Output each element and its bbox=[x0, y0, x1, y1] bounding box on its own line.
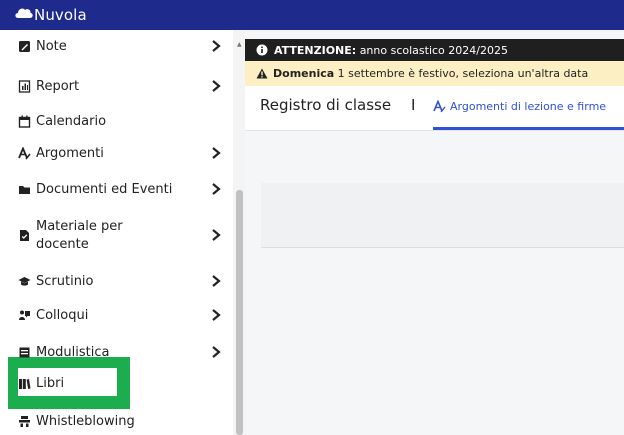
brand[interactable]: Nuvola bbox=[15, 4, 87, 26]
tab-argomenti-di-lezione[interactable]: Argomenti di lezione e firme bbox=[433, 86, 624, 130]
chevron-right-icon bbox=[212, 40, 221, 52]
sidebar-item-argomenti[interactable]: Argomenti bbox=[0, 143, 232, 163]
sidebar-item-label: Whistleblowing bbox=[36, 413, 135, 429]
warning-icon bbox=[256, 68, 268, 79]
attention-text: ATTENZIONE: anno scolastico 2024/2025 bbox=[274, 44, 508, 57]
sidebar-item-materiale-per-docente[interactable]: Materiale per docente bbox=[0, 215, 232, 255]
sidebar-scrollbar-thumb[interactable] bbox=[236, 190, 243, 435]
content-card bbox=[261, 183, 624, 248]
cloud-logo-icon bbox=[15, 8, 33, 18]
sidebar-item-label-line1: Materiale per bbox=[36, 219, 123, 234]
sidebar-item-label: Note bbox=[36, 38, 67, 54]
sidebar-item-report[interactable]: Report bbox=[0, 76, 232, 96]
folder-icon bbox=[19, 185, 30, 194]
sidebar-item-modulistica[interactable]: Modulistica bbox=[0, 342, 232, 362]
note-icon bbox=[19, 40, 30, 52]
holiday-warning: Domenica 1 settembre è festivo, selezion… bbox=[245, 61, 624, 86]
argomenti-icon bbox=[18, 146, 31, 159]
chevron-right-icon bbox=[212, 183, 221, 195]
chevron-right-icon bbox=[212, 275, 221, 287]
tab-label: Argomenti di lezione e firme bbox=[450, 100, 607, 113]
scroll-up-arrow-icon[interactable]: ▲ bbox=[237, 41, 242, 48]
form-icon bbox=[19, 347, 30, 357]
sidebar-item-label-line2: docente bbox=[36, 237, 89, 252]
chevron-right-icon bbox=[212, 147, 221, 159]
holiday-message: 1 settembre è festivo, seleziona un'altr… bbox=[337, 67, 589, 80]
holiday-day: Domenica bbox=[273, 67, 335, 80]
document-icon bbox=[20, 230, 29, 241]
sidebar-item-libri[interactable]: Libri bbox=[0, 373, 232, 393]
sidebar-item-documenti-ed-eventi[interactable]: Documenti ed Eventi bbox=[0, 179, 232, 199]
graduation-cap-icon bbox=[18, 276, 31, 286]
report-icon bbox=[18, 79, 31, 93]
argomenti-icon bbox=[433, 100, 446, 113]
app-title: Nuvola bbox=[34, 6, 87, 24]
tab-bar: Registro di classe I Argomenti di lezion… bbox=[245, 86, 624, 131]
chevron-right-icon bbox=[212, 229, 221, 241]
sidebar-item-label: Libri bbox=[36, 375, 65, 391]
chevron-right-icon bbox=[212, 80, 221, 92]
chevron-right-icon bbox=[212, 346, 221, 358]
info-icon bbox=[256, 44, 268, 56]
sidebar-item-label: Argomenti bbox=[36, 145, 104, 161]
attention-alert: ATTENZIONE: anno scolastico 2024/2025 bbox=[245, 39, 624, 61]
whistleblowing-icon bbox=[19, 415, 30, 427]
colloqui-icon bbox=[19, 310, 30, 320]
attention-label: ATTENZIONE: bbox=[274, 43, 357, 57]
holiday-text: Domenica 1 settembre è festivo, selezion… bbox=[273, 67, 588, 80]
sidebar-item-note[interactable]: Note bbox=[0, 36, 232, 56]
sidebar-item-colloqui[interactable]: Colloqui bbox=[0, 305, 232, 325]
sidebar-item-label: Documenti ed Eventi bbox=[36, 181, 173, 197]
top-bar: Nuvola bbox=[0, 0, 624, 30]
attention-message: anno scolastico 2024/2025 bbox=[359, 43, 508, 57]
sidebar-item-whistleblowing[interactable]: Whistleblowing bbox=[0, 411, 232, 431]
sidebar-item-scrutinio[interactable]: Scrutinio bbox=[0, 271, 232, 291]
sidebar-item-label: Modulistica bbox=[36, 344, 110, 360]
calendar-icon bbox=[18, 115, 31, 128]
sidebar-item-label: Scrutinio bbox=[36, 273, 94, 289]
sidebar-item-label: Colloqui bbox=[36, 307, 89, 323]
books-icon bbox=[19, 378, 31, 389]
main-content: ATTENZIONE: anno scolastico 2024/2025 Do… bbox=[245, 30, 624, 435]
sidebar-item-calendario[interactable]: Calendario bbox=[0, 111, 232, 131]
tab-separator: I bbox=[411, 96, 416, 114]
sidebar-item-label: Report bbox=[36, 78, 80, 94]
chevron-right-icon bbox=[212, 309, 221, 321]
sidebar-item-label: Calendario bbox=[36, 113, 107, 129]
tab-registro-di-classe[interactable]: Registro di classe bbox=[260, 96, 391, 114]
